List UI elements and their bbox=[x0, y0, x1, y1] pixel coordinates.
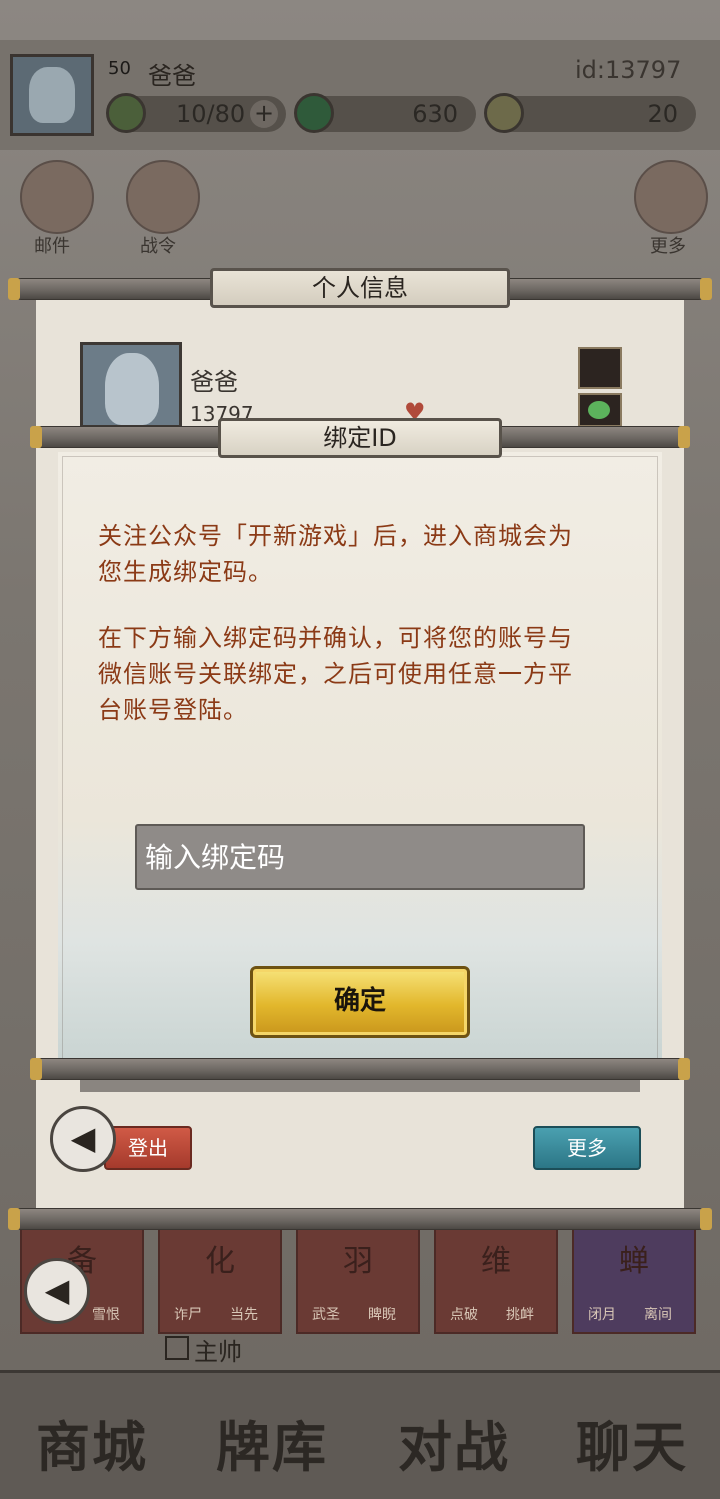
add-stamina-button[interactable]: + bbox=[250, 100, 278, 128]
nav-battle[interactable]: 对战 bbox=[398, 1403, 510, 1482]
confirm-button[interactable]: 确定 bbox=[250, 966, 470, 1038]
card-item[interactable]: 维点破 挑衅 bbox=[434, 1228, 558, 1334]
edit-brush-icon[interactable] bbox=[578, 347, 622, 389]
bottom-nav: 商城 牌库 对战 聊天 bbox=[0, 1370, 720, 1499]
player-name: 爸爸 bbox=[148, 62, 196, 90]
player-avatar[interactable] bbox=[10, 54, 94, 136]
more-menu-label: 更多 bbox=[650, 236, 686, 257]
dialog-bottom-scroll-rod bbox=[30, 1058, 690, 1080]
instruction-line: 您生成绑定码。 bbox=[98, 558, 273, 586]
main-commander-checkbox[interactable] bbox=[165, 1336, 189, 1360]
gem-icon bbox=[484, 93, 524, 133]
back-arrow-icon[interactable]: ◀ bbox=[24, 1258, 90, 1324]
rod-cap bbox=[700, 1208, 712, 1230]
player-id: id:13797 bbox=[575, 56, 682, 84]
jade-icon bbox=[294, 93, 334, 133]
panel-bottom-scroll-rod bbox=[10, 1208, 710, 1230]
jade-value: 630 bbox=[412, 100, 458, 128]
more-menu-button[interactable] bbox=[634, 160, 708, 234]
card-title: 蝉 bbox=[619, 1244, 649, 1279]
card-skill: 离间 bbox=[644, 1307, 672, 1323]
rod-cap bbox=[678, 426, 690, 448]
profile-name: 爸爸 bbox=[190, 368, 238, 396]
card-skill: 睥睨 bbox=[368, 1307, 396, 1323]
card-skill: 点破 bbox=[450, 1307, 478, 1323]
gem-resource: 20 bbox=[484, 93, 696, 133]
bind-code-input[interactable] bbox=[135, 824, 585, 890]
bind-id-title: 绑定ID bbox=[218, 418, 502, 458]
nav-chat[interactable]: 聊天 bbox=[576, 1403, 688, 1482]
stamina-resource: 10/80 + bbox=[106, 93, 286, 133]
rod-cap bbox=[8, 1208, 20, 1230]
logout-button[interactable]: 登出 bbox=[104, 1126, 192, 1170]
card-item[interactable]: 蝉闭月 离间 bbox=[572, 1228, 696, 1334]
wechat-icon[interactable] bbox=[578, 393, 622, 427]
mail-button[interactable] bbox=[20, 160, 94, 234]
card-skill: 诈尸 bbox=[174, 1307, 202, 1323]
rod-cap bbox=[30, 1058, 42, 1080]
main-commander-label: 主帅 bbox=[194, 1338, 242, 1366]
card-item[interactable]: 羽武圣 睥睨 bbox=[296, 1228, 420, 1334]
rod-cap bbox=[30, 426, 42, 448]
stamina-value: 10/80 bbox=[176, 100, 246, 128]
nav-deck[interactable]: 牌库 bbox=[216, 1403, 328, 1482]
card-title: 化 bbox=[205, 1244, 235, 1279]
player-level: 50 bbox=[108, 58, 131, 79]
card-item[interactable]: 化诈尸 当先 bbox=[158, 1228, 282, 1334]
personal-info-title: 个人信息 bbox=[210, 268, 510, 308]
card-skill: 当先 bbox=[230, 1307, 258, 1323]
card-title: 羽 bbox=[343, 1244, 373, 1279]
commander-cards: 备雪恨 化诈尸 当先 羽武圣 睥睨 维点破 挑衅 蝉闭月 离间 bbox=[20, 1228, 700, 1338]
rod-cap bbox=[8, 278, 20, 300]
nav-shop[interactable]: 商城 bbox=[36, 1403, 148, 1482]
card-skill: 挑衅 bbox=[506, 1307, 534, 1323]
card-skill: 闭月 bbox=[588, 1307, 616, 1323]
profile-avatar[interactable] bbox=[80, 342, 182, 428]
battle-pass-label: 战令 bbox=[140, 236, 176, 257]
mail-label: 邮件 bbox=[34, 236, 70, 257]
gem-value: 20 bbox=[647, 100, 678, 128]
stamina-icon bbox=[106, 93, 146, 133]
jade-resource: 630 bbox=[294, 93, 476, 133]
rod-cap bbox=[678, 1058, 690, 1080]
card-skill: 雪恨 bbox=[92, 1307, 120, 1323]
back-arrow-icon[interactable]: ◀ bbox=[50, 1106, 116, 1172]
instruction-line: 在下方输入绑定码并确认，可将您的账号与 bbox=[98, 624, 573, 652]
card-title: 维 bbox=[481, 1244, 511, 1279]
instruction-line: 台账号登陆。 bbox=[98, 696, 248, 724]
battle-pass-button[interactable] bbox=[126, 160, 200, 234]
instruction-line: 关注公众号「开新游戏」后，进入商城会为 bbox=[98, 522, 573, 550]
rod-cap bbox=[700, 278, 712, 300]
instruction-line: 微信账号关联绑定，之后可使用任意一方平 bbox=[98, 660, 573, 688]
more-button[interactable]: 更多 bbox=[533, 1126, 641, 1170]
card-skill: 武圣 bbox=[312, 1307, 340, 1323]
